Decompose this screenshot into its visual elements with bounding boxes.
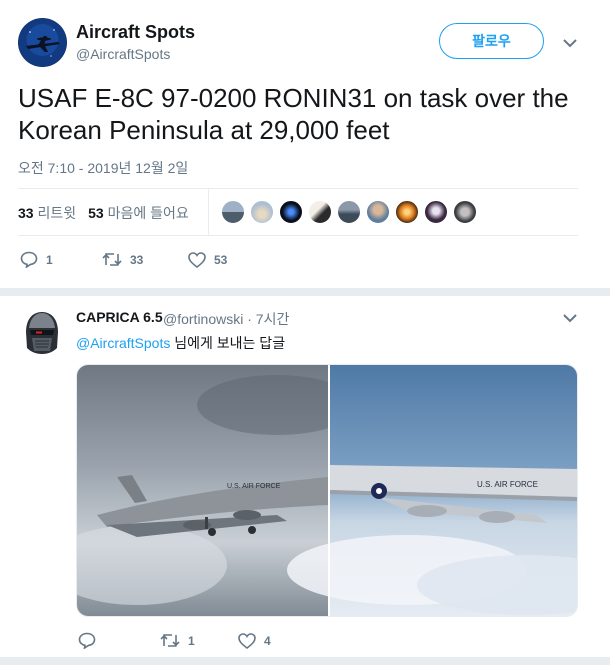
aircraft-photos-image: U.S. AIR FORCE U.S. AIR FORCE	[77, 365, 577, 616]
retweet-button[interactable]: 1	[160, 633, 238, 648]
chevron-down-icon[interactable]	[561, 309, 579, 327]
svg-text:U.S. AIR FORCE: U.S. AIR FORCE	[477, 480, 538, 489]
heart-icon	[238, 632, 256, 649]
likes-stat[interactable]: 53 마음에 들어요	[88, 203, 189, 223]
section-divider	[0, 657, 610, 665]
aircraft-logo-icon	[18, 18, 67, 67]
reply-icon	[78, 632, 96, 649]
retweet-icon	[102, 253, 122, 266]
reply-count: 1	[46, 252, 53, 267]
retweet-count: 33	[130, 252, 144, 267]
divider	[18, 235, 578, 236]
like-count: 53	[214, 252, 228, 267]
liker-avatars	[221, 200, 477, 224]
retweets-stat[interactable]: 33 리트윗	[18, 203, 76, 223]
avatar[interactable]	[18, 18, 67, 67]
tweet-text: USAF E-8C 97-0200 RONIN31 on task over t…	[18, 83, 569, 145]
liker-avatar[interactable]	[308, 200, 332, 224]
like-button[interactable]: 4	[238, 632, 271, 649]
follow-button[interactable]: 팔로우	[439, 23, 544, 59]
retweet-button[interactable]: 33	[102, 252, 188, 267]
liker-avatar[interactable]	[453, 200, 477, 224]
cylon-helmet-icon	[18, 308, 66, 356]
liker-avatar[interactable]	[395, 200, 419, 224]
liker-avatar[interactable]	[424, 200, 448, 224]
svg-text:U.S. AIR FORCE: U.S. AIR FORCE	[227, 483, 281, 490]
reply-avatar[interactable]	[18, 308, 66, 356]
retweet-icon	[160, 634, 180, 647]
tweet-stats: 33 리트윗 53 마음에 들어요	[18, 203, 189, 223]
like-count: 4	[264, 633, 271, 648]
divider	[18, 188, 578, 189]
likes-label: 마음에 들어요	[107, 205, 189, 221]
replying-to-label: 님에게 보내는 답글	[170, 335, 286, 351]
liker-avatar[interactable]	[279, 200, 303, 224]
tweet-media[interactable]: U.S. AIR FORCE U.S. AIR FORCE	[76, 364, 578, 617]
retweet-count: 1	[188, 633, 195, 648]
heart-icon	[188, 251, 206, 268]
display-name[interactable]: Aircraft Spots	[76, 22, 195, 43]
stats-separator	[208, 189, 209, 235]
mention-link[interactable]: @AircraftSpots	[76, 335, 170, 351]
reply-button[interactable]	[78, 632, 160, 649]
liker-avatar[interactable]	[366, 200, 390, 224]
reply-handle-time[interactable]: @fortinowski · 7시간	[163, 309, 289, 329]
user-handle[interactable]: @AircraftSpots	[76, 46, 170, 62]
section-divider	[0, 288, 610, 296]
like-button[interactable]: 53	[188, 251, 228, 268]
replying-to: @AircraftSpots 님에게 보내는 답글	[76, 333, 285, 353]
chevron-down-icon[interactable]	[561, 34, 579, 52]
tweet-timestamp[interactable]: 오전 7:10 - 2019년 12월 2일	[18, 158, 188, 178]
liker-avatar[interactable]	[250, 200, 274, 224]
liker-avatar[interactable]	[221, 200, 245, 224]
reply-actions: 1 4	[78, 632, 271, 649]
reply-button[interactable]: 1	[20, 251, 102, 268]
tweet-actions: 1 33 53	[20, 251, 227, 268]
liker-avatar[interactable]	[337, 200, 361, 224]
retweets-label: 리트윗	[37, 205, 77, 221]
retweets-count: 33	[18, 205, 34, 221]
reply-display-name[interactable]: CAPRICA 6.5	[76, 309, 163, 325]
reply-icon	[20, 251, 38, 268]
likes-count: 53	[88, 205, 104, 221]
